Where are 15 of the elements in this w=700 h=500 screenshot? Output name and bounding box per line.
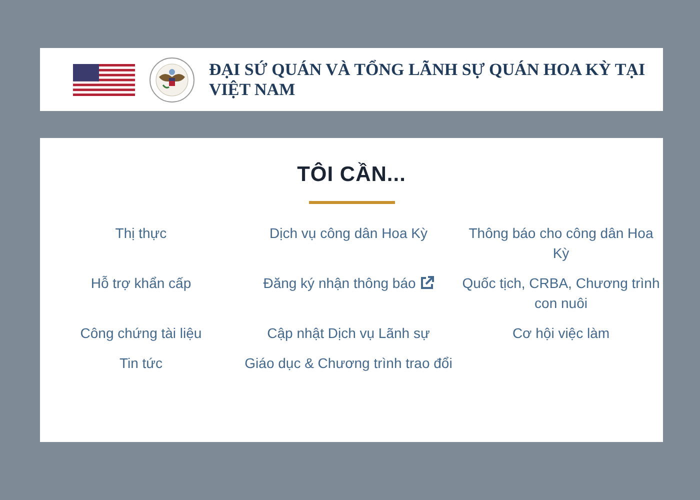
nav-link[interactable]: Cơ hội việc làm xyxy=(512,323,610,343)
nav-link[interactable]: Đăng ký nhận thông báo xyxy=(263,273,434,313)
nav-link[interactable]: Quốc tịch, CRBA, Chương trình con nuôi xyxy=(461,273,661,313)
nav-link[interactable]: Tin tức xyxy=(119,353,163,373)
nav-link[interactable]: Cập nhật Dịch vụ Lãnh sự xyxy=(267,323,430,343)
nav-link[interactable]: Thông báo cho công dân Hoa Kỳ xyxy=(461,223,661,263)
nav-link[interactable]: Dịch vụ công dân Hoa Kỳ xyxy=(270,223,428,263)
nav-link[interactable]: Thị thực xyxy=(115,223,167,263)
nav-link[interactable]: Hỗ trợ khẩn cấp xyxy=(90,273,192,313)
nav-link[interactable]: Công chứng tài liệu xyxy=(80,323,202,343)
section-heading: TÔI CẦN... xyxy=(296,162,407,188)
flag-icon xyxy=(73,64,135,96)
seal-icon xyxy=(149,56,195,102)
site-title: ĐẠI SỨ QUÁN VÀ TỔNG LÃNH SỰ QUÁN HOA KỲ TẠI VIỆT NAM xyxy=(209,60,646,100)
nav-link[interactable]: Giáo dục & Chương trình trao đổi xyxy=(244,353,452,373)
